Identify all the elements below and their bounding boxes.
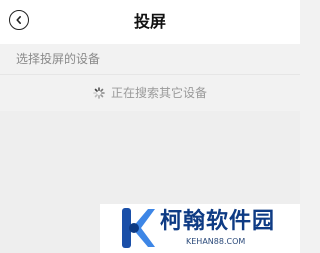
page-title: 投屏 xyxy=(133,12,166,31)
watermark: 柯翰软件园 KEHAN88.COM xyxy=(100,204,300,253)
app-header: 投屏 xyxy=(0,0,300,44)
watermark-domain: KEHAN88.COM xyxy=(186,237,246,246)
watermark-logo xyxy=(122,208,155,248)
search-status-text: 正在搜索其它设备 xyxy=(110,86,207,100)
device-section-label: 选择投屏的设备 xyxy=(16,52,101,66)
watermark-name: 柯翰软件园 xyxy=(160,209,276,234)
spinner-icon xyxy=(93,87,105,99)
divider xyxy=(0,74,300,75)
search-status: 正在搜索其它设备 xyxy=(0,85,300,101)
